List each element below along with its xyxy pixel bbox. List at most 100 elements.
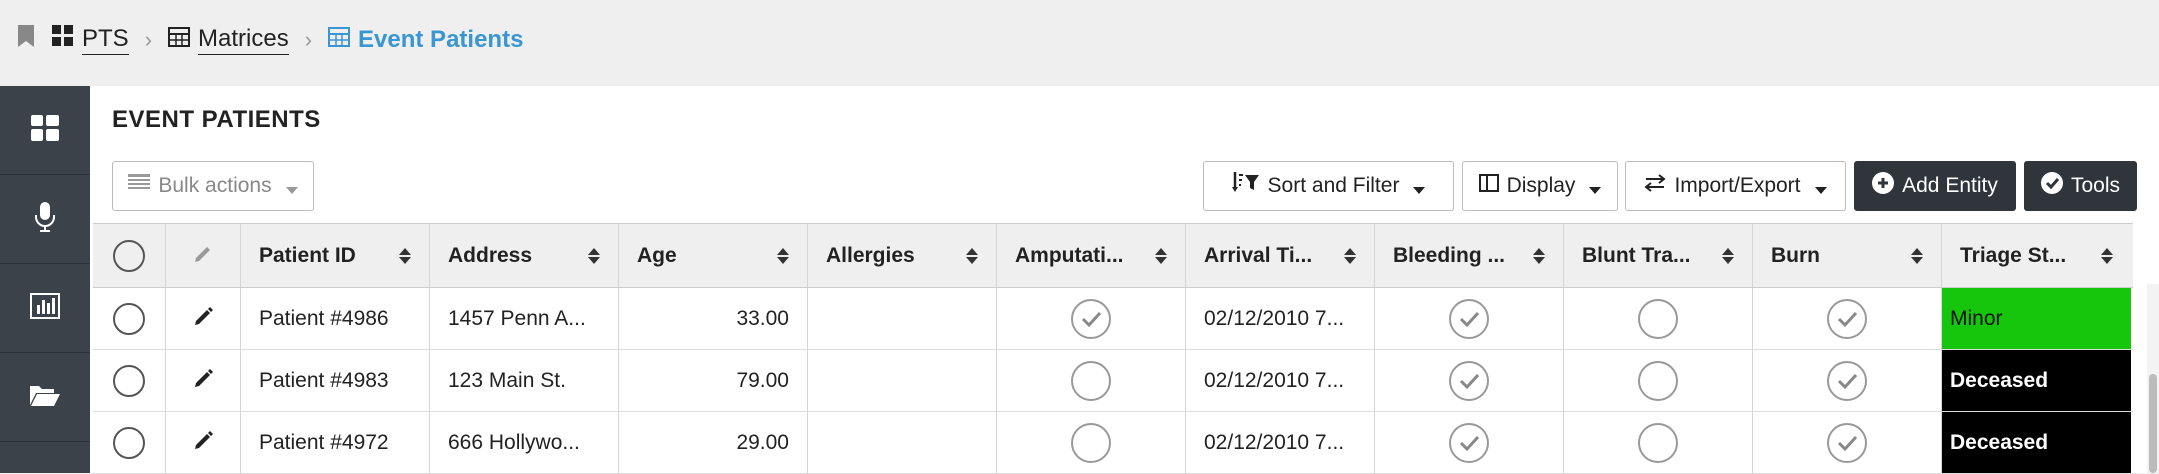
vertical-scrollbar[interactable] xyxy=(2147,284,2159,473)
column-header-bleeding[interactable]: Bleeding ... xyxy=(1375,224,1564,287)
edit-row-button[interactable] xyxy=(166,288,241,349)
patient-id-cell[interactable]: Patient #4986 xyxy=(241,288,430,349)
sort-filter-icon xyxy=(1231,172,1260,200)
row-select-circle[interactable] xyxy=(113,426,145,459)
column-header-patient-id[interactable]: Patient ID xyxy=(241,224,430,287)
table-row[interactable]: Patient #4983 123 Main St. 79.00 02/12/2010… xyxy=(93,350,2133,412)
edit-row-button[interactable] xyxy=(166,350,241,411)
sidebar-item-dashboard[interactable] xyxy=(0,86,90,175)
column-header-arrival-time[interactable]: Arrival Ti... xyxy=(1186,224,1375,287)
burn-cell xyxy=(1753,350,1942,411)
bulk-actions-label: Bulk actions xyxy=(158,174,272,197)
amputation-cell xyxy=(997,350,1186,411)
grid-icon xyxy=(52,25,74,54)
dashboard-icon xyxy=(31,114,59,146)
column-label: Bleeding ... xyxy=(1393,243,1506,267)
row-select-checkbox[interactable] xyxy=(93,288,166,349)
breadcrumb-matrices[interactable]: Matrices xyxy=(168,24,289,55)
age-cell: 29.00 xyxy=(619,412,808,473)
column-header-age[interactable]: Age xyxy=(619,224,808,287)
sidebar-item-microphone[interactable] xyxy=(0,175,90,264)
sort-icon xyxy=(966,247,978,264)
bulk-actions-button[interactable]: Bulk actions xyxy=(112,161,314,211)
bleeding-cell xyxy=(1375,288,1564,349)
select-all-circle[interactable] xyxy=(113,239,145,272)
microphone-icon xyxy=(35,201,55,237)
empty-circle-icon xyxy=(1638,298,1678,339)
sort-filter-button[interactable]: Sort and Filter xyxy=(1203,161,1454,211)
chart-icon xyxy=(30,292,60,324)
chevron-right-icon: › xyxy=(304,26,313,52)
triage-status-cell: Minor xyxy=(1942,288,2131,349)
column-header-burn[interactable]: Burn xyxy=(1753,224,1942,287)
caret-down-icon xyxy=(1413,186,1426,194)
burn-cell xyxy=(1753,412,1942,473)
address-cell: 666 Hollywo... xyxy=(430,412,619,473)
triage-status-cell: Deceased xyxy=(1942,412,2131,473)
table-header-row: Patient ID Address Age Allergies Amputat… xyxy=(93,224,2133,288)
pencil-icon xyxy=(193,430,213,456)
breadcrumb-label[interactable]: Matrices xyxy=(198,24,289,55)
edit-column-header xyxy=(166,224,241,287)
row-select-checkbox[interactable] xyxy=(93,350,166,411)
sidebar-item-reports[interactable] xyxy=(0,264,90,353)
breadcrumb-label[interactable]: PTS xyxy=(82,24,129,55)
table-icon xyxy=(328,26,351,54)
table-row[interactable]: Patient #4972 666 Hollywo... 29.00 02/12/20… xyxy=(93,412,2133,474)
pencil-icon xyxy=(193,306,213,332)
add-entity-button[interactable]: Add Entity xyxy=(1854,161,2016,211)
breadcrumb-label: Event Patients xyxy=(358,25,524,53)
row-select-circle[interactable] xyxy=(113,302,145,335)
bleeding-cell xyxy=(1375,350,1564,411)
column-label: Triage St... xyxy=(1960,243,2067,267)
sidebar-item-files[interactable] xyxy=(0,353,90,442)
allergies-cell xyxy=(808,350,997,411)
empty-circle-icon xyxy=(1638,360,1678,401)
patient-id-cell[interactable]: Patient #4983 xyxy=(241,350,430,411)
sort-icon xyxy=(1533,247,1545,264)
scrollbar-thumb[interactable] xyxy=(2149,374,2157,473)
column-header-triage-status[interactable]: Triage St... xyxy=(1942,224,2131,287)
top-bar: PTS › Matrices › Event Patients xyxy=(0,0,2159,87)
allergies-cell xyxy=(808,288,997,349)
sort-filter-label: Sort and Filter xyxy=(1267,174,1400,197)
row-select-circle[interactable] xyxy=(113,364,145,397)
column-header-blunt-trauma[interactable]: Blunt Tra... xyxy=(1564,224,1753,287)
caret-down-icon xyxy=(1814,186,1827,194)
column-header-address[interactable]: Address xyxy=(430,224,619,287)
display-button[interactable]: Display xyxy=(1462,161,1618,211)
column-label: Amputati... xyxy=(1015,243,1124,267)
age-cell: 79.00 xyxy=(619,350,808,411)
edit-row-button[interactable] xyxy=(166,412,241,473)
breadcrumb: PTS › Matrices › Event Patients xyxy=(18,24,523,55)
row-select-checkbox[interactable] xyxy=(93,412,166,473)
bookmark-icon[interactable] xyxy=(18,25,34,54)
pencil-icon xyxy=(193,368,213,394)
main-panel: EVENT PATIENTS Bulk actions Sort and Fil… xyxy=(90,86,2159,474)
breadcrumb-pts[interactable]: PTS xyxy=(52,24,129,55)
import-export-button[interactable]: Import/Export xyxy=(1625,161,1846,211)
exchange-icon xyxy=(1644,174,1667,198)
patient-id-cell[interactable]: Patient #4972 xyxy=(241,412,430,473)
column-label: Burn xyxy=(1771,243,1820,267)
plus-circle-icon xyxy=(1872,172,1895,200)
column-header-amputation[interactable]: Amputati... xyxy=(997,224,1186,287)
allergies-cell xyxy=(808,412,997,473)
select-all-checkbox[interactable] xyxy=(93,224,166,287)
sidebar xyxy=(0,86,90,473)
check-circle-icon xyxy=(1071,298,1111,339)
sort-icon xyxy=(2101,247,2113,264)
age-cell: 33.00 xyxy=(619,288,808,349)
column-header-allergies[interactable]: Allergies xyxy=(808,224,997,287)
address-cell: 1457 Penn A... xyxy=(430,288,619,349)
empty-circle-icon xyxy=(1638,422,1678,463)
table-row[interactable]: Patient #4986 1457 Penn A... 33.00 02/12/20… xyxy=(93,288,2133,350)
list-icon xyxy=(128,174,151,198)
burn-cell xyxy=(1753,288,1942,349)
import-export-label: Import/Export xyxy=(1674,174,1801,197)
sort-icon xyxy=(1911,247,1923,264)
tools-button[interactable]: Tools xyxy=(2024,161,2137,211)
arrival-time-cell: 02/12/2010 7... xyxy=(1186,288,1375,349)
column-label: Address xyxy=(448,243,533,267)
column-label: Blunt Tra... xyxy=(1582,243,1691,267)
